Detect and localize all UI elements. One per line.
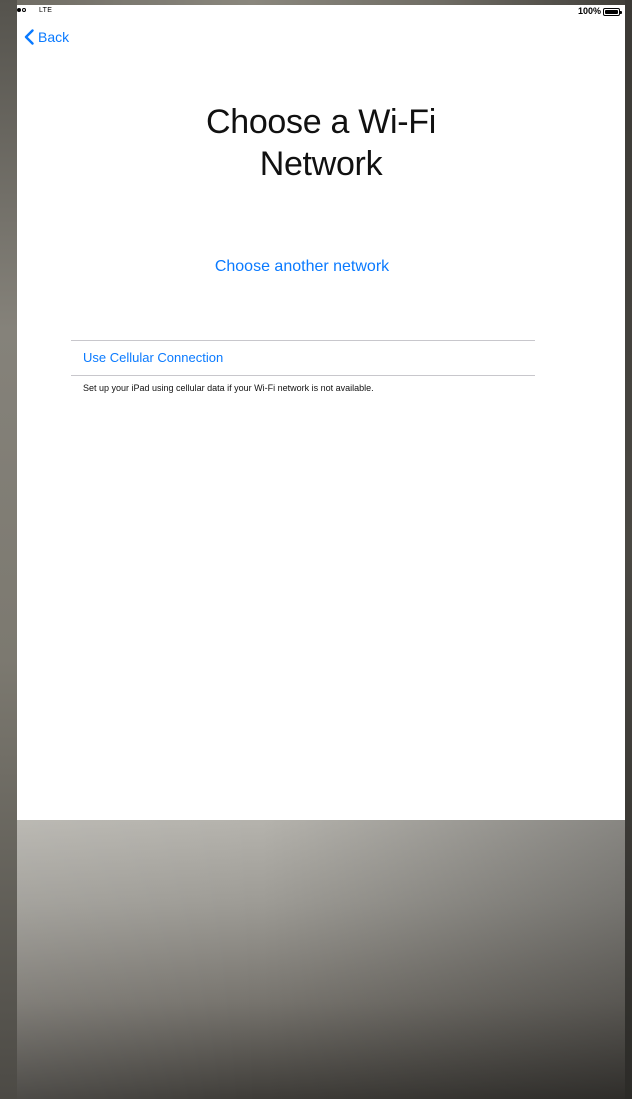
choose-another-network-button[interactable]: Choose another network [17, 258, 587, 276]
battery-percentage: 100% [577, 6, 601, 16]
device-frame-left [0, 0, 17, 1099]
carrier-label: LTE [39, 7, 53, 14]
status-bar: LTE 100% [17, 5, 625, 19]
background-below-screen [17, 820, 625, 1099]
page-title-line-2: Network [259, 145, 383, 183]
divider [71, 375, 535, 376]
cellular-footnote: Set up your iPad using cellular data if … [83, 383, 374, 393]
battery-icon [603, 8, 622, 16]
page-title: Choose a Wi-Fi Network [17, 101, 625, 185]
use-cellular-connection-button[interactable]: Use Cellular Connection [83, 350, 223, 365]
signal-dot [22, 8, 26, 12]
signal-strength-icon [17, 8, 26, 12]
divider [71, 340, 535, 341]
setup-screen: LTE 100% Back Choose a Wi-Fi Network Cho… [17, 5, 625, 820]
page-title-line-1: Choose a Wi-Fi [205, 103, 437, 141]
device-frame-right [625, 0, 632, 1099]
back-button[interactable]: Back [24, 29, 69, 45]
chevron-left-icon [24, 29, 34, 45]
back-label: Back [38, 29, 70, 45]
signal-dot [17, 8, 21, 12]
